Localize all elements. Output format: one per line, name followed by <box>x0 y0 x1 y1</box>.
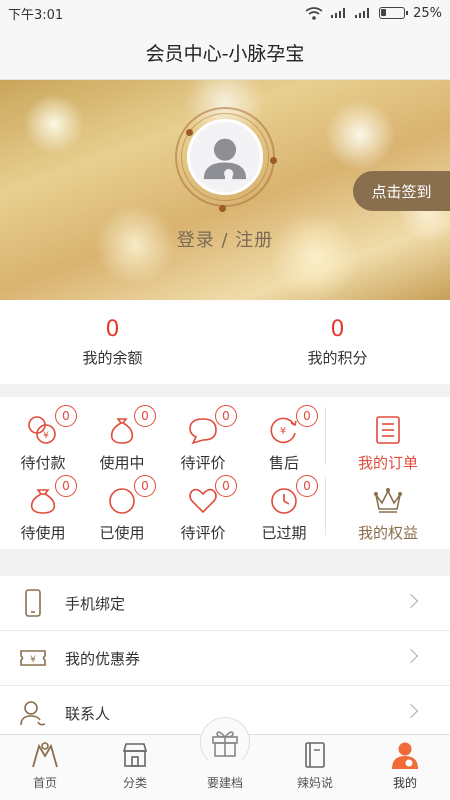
order-label: 待评价 <box>180 454 226 472</box>
gift-icon <box>212 731 238 757</box>
order-to-review-2[interactable]: 0 待评价 <box>163 473 243 543</box>
chevron-right-icon <box>403 703 419 719</box>
checkin-button[interactable]: 点击签到 <box>353 171 450 211</box>
status-bar: 下午3:01 25% <box>0 0 450 26</box>
avatar-ring-dot <box>219 205 226 212</box>
page-title: 会员中心-小脉孕宝 <box>145 43 305 65</box>
menu-item-phone-binding[interactable]: 手机绑定 <box>0 576 450 631</box>
status-time: 下午3:01 <box>8 7 64 23</box>
order-after-sales[interactable]: ¥ 0 售后 <box>244 403 324 473</box>
order-label: 待评价 <box>180 524 226 542</box>
order-expired[interactable]: 0 已过期 <box>244 473 324 543</box>
signal-icon <box>355 8 371 18</box>
order-label: 使用中 <box>99 454 145 472</box>
order-label: 售后 <box>268 454 299 472</box>
my-rights-label: 我的权益 <box>357 524 418 542</box>
menu-item-label: 联系人 <box>65 704 111 723</box>
order-used[interactable]: 0 已使用 <box>82 473 162 543</box>
order-to-review[interactable]: 0 待评价 <box>163 403 243 473</box>
order-count-badge: 0 <box>296 405 318 427</box>
order-in-use[interactable]: 0 使用中 <box>82 403 162 473</box>
svg-text:¥: ¥ <box>280 426 286 437</box>
points-label: 我的积分 <box>307 348 368 367</box>
tab-label: 辣妈说 <box>296 776 333 790</box>
points-value: 0 <box>330 316 345 342</box>
order-label: 已过期 <box>261 524 307 542</box>
home-icon <box>32 742 58 768</box>
tab-mine[interactable]: 我的 <box>360 735 450 800</box>
order-count-badge: 0 <box>215 405 237 427</box>
balance-stat[interactable]: 0 我的余额 <box>0 300 225 384</box>
bottom-tab-bar: 首页 分类 要建档 辣妈说 我的 <box>0 717 450 800</box>
menu-item-label: 我的优惠券 <box>65 649 141 668</box>
divider <box>325 477 326 535</box>
order-count-badge: 0 <box>55 405 77 427</box>
order-label: 待付款 <box>20 454 66 472</box>
tab-home[interactable]: 首页 <box>0 735 90 800</box>
order-label: 已使用 <box>99 524 145 542</box>
tab-label: 我的 <box>392 776 417 790</box>
points-stat[interactable]: 0 我的积分 <box>225 300 450 384</box>
my-rights-button[interactable]: 我的权益 <box>348 473 428 543</box>
battery-icon <box>379 7 409 19</box>
book-icon <box>305 742 325 768</box>
tab-label: 首页 <box>32 776 57 790</box>
menu-item-label: 手机绑定 <box>65 594 126 613</box>
divider <box>325 407 326 465</box>
contact-icon <box>20 701 46 726</box>
balance-value: 0 <box>105 316 120 342</box>
title-bar: 会员中心-小脉孕宝 <box>0 26 450 80</box>
svg-text:¥: ¥ <box>43 431 49 441</box>
user-avatar-icon[interactable] <box>187 119 263 195</box>
order-row: 0 待使用 0 已使用 0 待评价 0 已过期 我的权益 <box>0 473 450 543</box>
login-register-link[interactable]: 登录 / 注册 <box>0 226 450 252</box>
avatar-ring-dot <box>186 129 193 136</box>
tab-category[interactable]: 分类 <box>90 735 180 800</box>
phone-icon <box>25 589 41 617</box>
account-stats: 0 我的余额 0 我的积分 <box>0 300 450 384</box>
order-count-badge: 0 <box>55 475 77 497</box>
tab-moms-talk[interactable]: 辣妈说 <box>270 735 360 800</box>
order-count-badge: 0 <box>215 475 237 497</box>
store-icon <box>122 743 148 767</box>
order-label: 待使用 <box>20 524 66 542</box>
order-count-badge: 0 <box>134 475 156 497</box>
avatar-ring-dot <box>270 157 277 164</box>
menu-item-coupons[interactable]: ¥ 我的优惠券 <box>0 631 450 686</box>
signal-icon <box>331 8 347 18</box>
tab-label: 分类 <box>122 776 147 790</box>
order-pending-payment[interactable]: ¥ 0 待付款 <box>3 403 83 473</box>
svg-text:¥: ¥ <box>30 655 36 665</box>
order-list-icon <box>376 416 400 444</box>
tab-label: 要建档 <box>206 776 243 790</box>
order-row: ¥ 0 待付款 0 使用中 0 待评价 ¥ 0 售后 我的订单 <box>0 403 450 473</box>
user-icon <box>392 742 418 769</box>
my-orders-label: 我的订单 <box>357 454 418 472</box>
order-count-badge: 0 <box>134 405 156 427</box>
tab-create-file[interactable]: 要建档 <box>180 717 270 800</box>
order-to-use[interactable]: 0 待使用 <box>3 473 83 543</box>
balance-label: 我的余额 <box>82 348 143 367</box>
order-count-badge: 0 <box>296 475 318 497</box>
coupon-icon: ¥ <box>20 650 46 666</box>
chevron-right-icon <box>403 648 419 664</box>
profile-hero: 登录 / 注册 点击签到 <box>0 80 450 300</box>
crown-icon <box>374 488 402 513</box>
chevron-right-icon <box>403 593 419 609</box>
wifi-icon <box>305 6 323 20</box>
battery-level: 25% <box>413 5 442 21</box>
my-orders-button[interactable]: 我的订单 <box>348 403 428 473</box>
order-section: ¥ 0 待付款 0 使用中 0 待评价 ¥ 0 售后 我的订单 0 待使用 0 … <box>0 397 450 549</box>
